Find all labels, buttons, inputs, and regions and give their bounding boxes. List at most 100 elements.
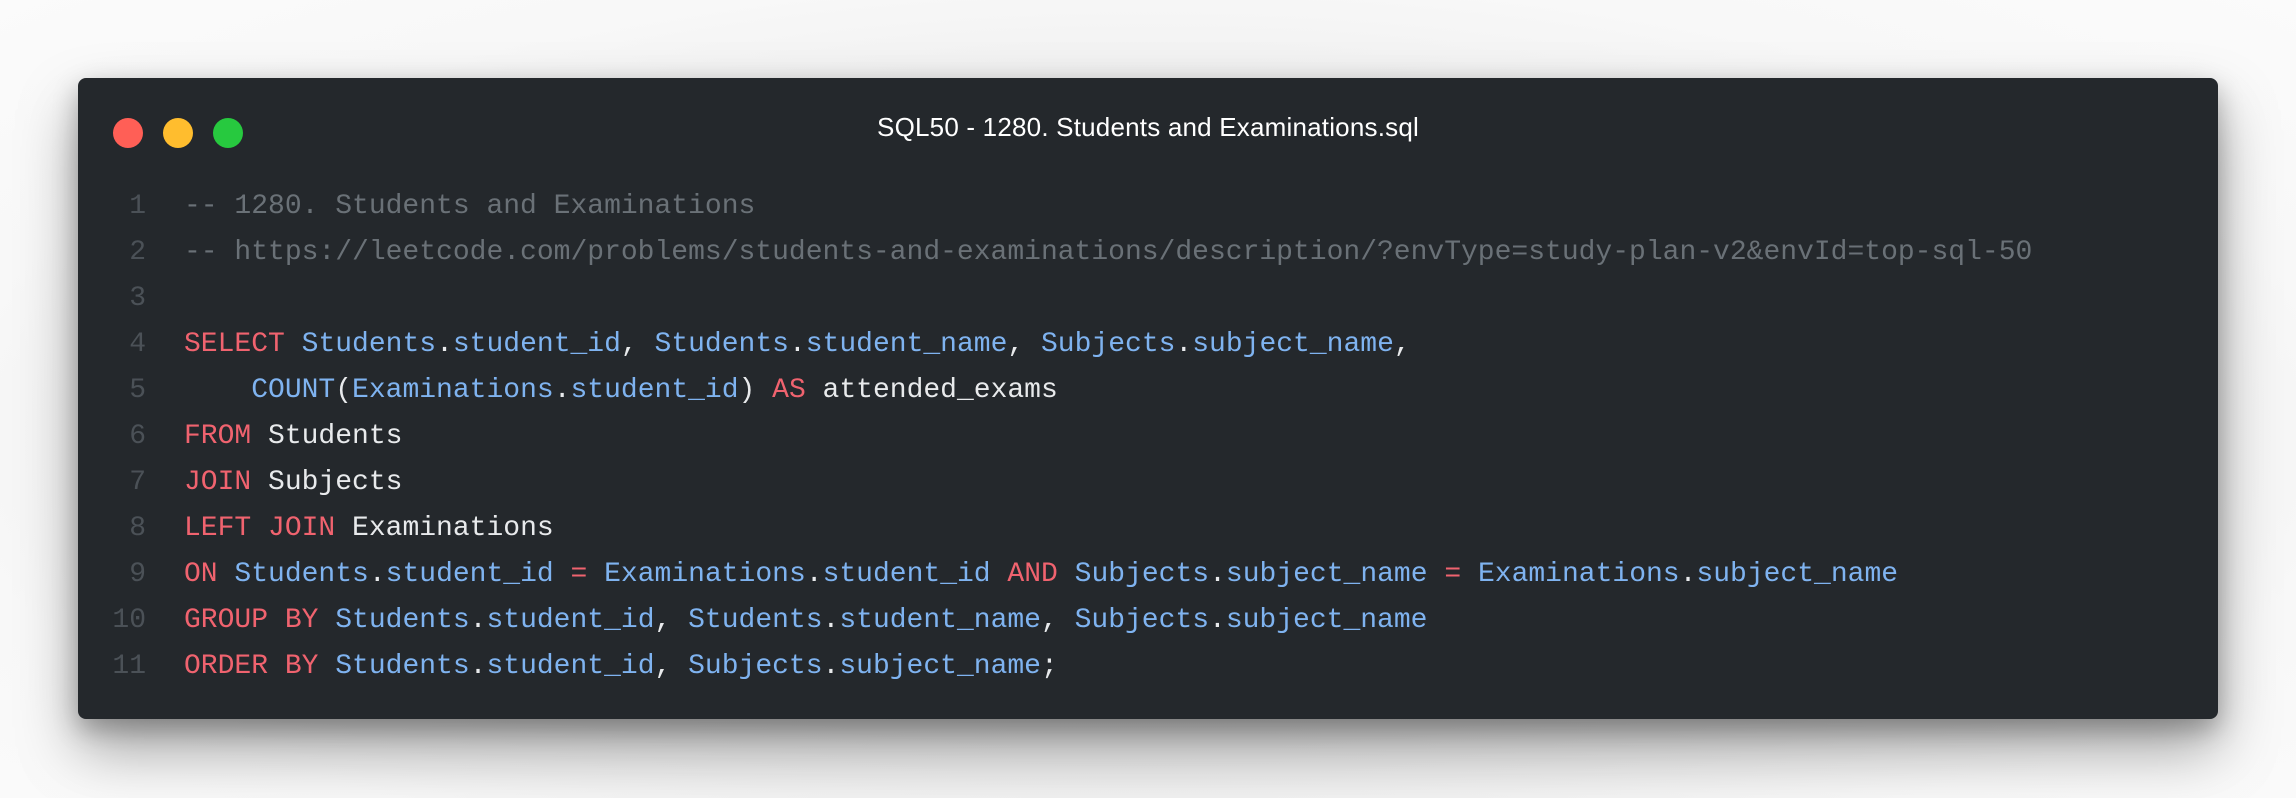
- code-token: .: [1175, 329, 1193, 360]
- code-line[interactable]: 2 -- https://leetcode.com/problems/studen…: [78, 230, 2218, 276]
- code-token: Examinations: [335, 513, 554, 544]
- code-token: ,: [654, 651, 689, 682]
- code-line[interactable]: 1 -- 1280. Students and Examinations: [78, 184, 2218, 230]
- code-line[interactable]: 6 FROM Students: [78, 414, 2218, 460]
- code-token: .: [822, 651, 840, 682]
- code-line[interactable]: 5 COUNT(Examinations.student_id) AS atte…: [78, 368, 2218, 414]
- code-line[interactable]: 4 SELECT Students.student_id, Students.st…: [78, 322, 2218, 368]
- line-number: 6: [129, 421, 146, 452]
- code-line[interactable]: 8 LEFT JOIN Examinations: [78, 506, 2218, 552]
- line-text: ON Students.student_id = Examinations.st…: [184, 552, 1898, 598]
- window-title: SQL50 - 1280. Students and Examinations.…: [877, 112, 1419, 142]
- line-text: FROM Students: [184, 414, 402, 460]
- line-number: 8: [129, 513, 146, 544]
- code-token: LEFT JOIN: [184, 513, 336, 544]
- line-text: JOIN Subjects: [184, 460, 402, 506]
- line-number: 4: [129, 329, 146, 360]
- code-token: JOIN: [184, 467, 252, 498]
- code-token: GROUP BY: [184, 605, 319, 636]
- code-token: ;: [1040, 651, 1058, 682]
- line-number: 11: [112, 651, 146, 682]
- code-token: Subjects: [1041, 329, 1176, 360]
- code-token: Students: [688, 605, 823, 636]
- code-token: ,: [1007, 329, 1041, 360]
- code-token: FROM: [184, 421, 252, 452]
- code-token: -- https://leetcode.com/problems/student…: [184, 237, 2033, 268]
- code-token: SELECT: [184, 329, 285, 360]
- code-token: Students: [301, 329, 437, 360]
- code-token: attended_exams: [805, 375, 1058, 406]
- code-token: AS: [772, 375, 806, 406]
- line-text: SELECT Students.student_id, Students.stu…: [184, 322, 1411, 368]
- code-token: =: [570, 559, 588, 590]
- code-token: AND: [1007, 559, 1058, 590]
- line-text: -- https://leetcode.com/problems/student…: [184, 230, 2032, 276]
- code-line[interactable]: 3: [78, 276, 2218, 322]
- code-token: .: [436, 329, 453, 360]
- code-window: SQL50 - 1280. Students and Examinations.…: [78, 78, 2218, 719]
- code-token: ,: [620, 329, 655, 360]
- code-token: =: [1444, 559, 1462, 590]
- code-token: Examinations: [352, 375, 554, 406]
- code-token: Students: [335, 651, 470, 682]
- code-token: subject_name: [1192, 329, 1394, 360]
- line-number: 1: [129, 191, 146, 222]
- code-token: Subjects: [688, 651, 823, 682]
- code-token: Subjects: [1074, 605, 1210, 636]
- code-token: ,: [1040, 605, 1075, 636]
- code-token: student_name: [805, 329, 1008, 360]
- code-token: Examinations: [604, 559, 806, 590]
- code-token: Students: [234, 559, 369, 590]
- code-token: Subjects: [1074, 559, 1210, 590]
- code-token: .: [469, 651, 487, 682]
- code-token: student_id: [822, 559, 991, 590]
- code-line[interactable]: 11 ORDER BY Students.student_id, Subjects…: [78, 644, 2218, 690]
- line-number: 7: [129, 467, 146, 498]
- line-number: 2: [129, 237, 146, 268]
- code-token: student_id: [385, 559, 554, 590]
- code-token: subject_name: [1225, 605, 1428, 636]
- code-token: Examinations: [1477, 559, 1680, 590]
- code-line[interactable]: 10 GROUP BY Students. student_id, Students…: [78, 598, 2218, 644]
- code-token: Students: [654, 329, 789, 360]
- line-text: COUNT(Examinations.student_id) AS attend…: [184, 368, 1058, 414]
- code-token: Students: [335, 605, 470, 636]
- code-token: ): [738, 375, 773, 406]
- code-token: student_id: [452, 329, 621, 360]
- code-token: subject_name: [1696, 559, 1899, 590]
- code-token: .: [1679, 559, 1697, 590]
- code-token: .: [1209, 605, 1226, 636]
- code-token: Students: [251, 421, 403, 452]
- code-token: student_id: [570, 375, 739, 406]
- line-number: 5: [129, 375, 146, 406]
- line-text: GROUP BY Students.student_id, Students.s…: [184, 598, 1427, 644]
- code-token: subject_name: [1225, 559, 1428, 590]
- code-line[interactable]: 7 JOIN Subjects: [78, 460, 2218, 506]
- code-token: COUNT: [251, 375, 336, 406]
- code-token: student_id: [486, 605, 655, 636]
- line-text: ORDER BY Students.student_id, Subjects.s…: [184, 644, 1058, 690]
- code-token: subject_name: [839, 651, 1041, 682]
- code-token: .: [368, 559, 386, 590]
- code-token: -- 1280. Students and Examinations: [184, 191, 756, 222]
- line-number: 10: [112, 605, 146, 636]
- code-token: (: [335, 375, 353, 406]
- code-token: .: [822, 605, 840, 636]
- title-bar: SQL50 - 1280. Students and Examinations.…: [78, 78, 2218, 178]
- code-token: .: [553, 375, 571, 406]
- code-editor[interactable]: 1 -- 1280. Students and Examinations 2 -- h…: [78, 184, 2218, 690]
- code-token: .: [805, 559, 823, 590]
- code-line[interactable]: 9 ON Students.student_id = Examinations.s…: [78, 552, 2218, 598]
- line-number: 9: [129, 559, 146, 590]
- code-token: .: [788, 329, 806, 360]
